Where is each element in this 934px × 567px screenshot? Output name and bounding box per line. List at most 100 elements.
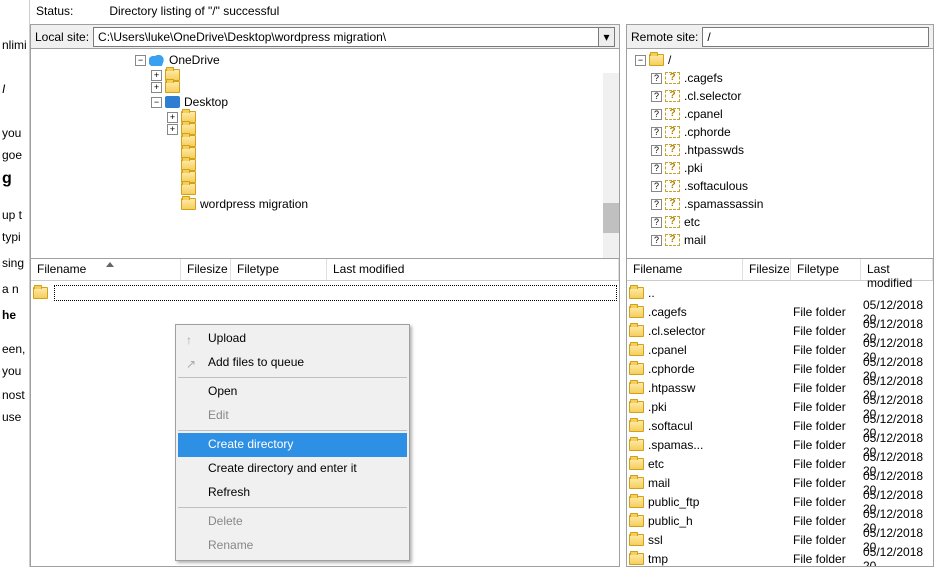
- ctx-delete[interactable]: Delete: [178, 510, 407, 534]
- collapse-icon[interactable]: −: [635, 55, 646, 66]
- folder-icon: [629, 420, 644, 432]
- remote-list-body[interactable]: ...cagefsFile folder05/12/2018 20.cl.sel…: [627, 281, 933, 566]
- folder-icon: [629, 382, 644, 394]
- expand-icon[interactable]: +: [167, 112, 178, 123]
- expand-icon[interactable]: ?: [651, 91, 662, 102]
- tree-item[interactable]: ?.cpanel: [651, 105, 929, 123]
- local-path-input[interactable]: [93, 27, 599, 47]
- unknown-folder-icon: [665, 126, 680, 138]
- tree-item[interactable]: [167, 135, 615, 147]
- ctx-create-directory-enter[interactable]: Create directory and enter it: [178, 457, 407, 481]
- context-menu: ↑Upload ↗Add files to queue Open Edit Cr…: [175, 324, 410, 561]
- folder-icon: [629, 477, 644, 489]
- remote-site-label: Remote site:: [631, 30, 698, 44]
- expand-icon[interactable]: ?: [651, 127, 662, 138]
- unknown-folder-icon: [665, 198, 680, 210]
- col-filesize[interactable]: Filesize: [181, 259, 231, 280]
- unknown-folder-icon: [665, 144, 680, 156]
- remote-tree[interactable]: − / ?.cagefs?.cl.selector?.cpanel?.cphor…: [627, 49, 933, 259]
- status-bar: Status: Directory listing of "/" success…: [30, 0, 934, 24]
- col-filesize[interactable]: Filesize: [743, 259, 791, 280]
- tree-item-onedrive[interactable]: − OneDrive: [135, 51, 615, 69]
- folder-icon: [629, 344, 644, 356]
- filezilla-window: Status: Directory listing of "/" success…: [30, 0, 934, 567]
- background-article-text: nlimi I you goe g up t typi sing a n he …: [0, 0, 30, 567]
- status-label: Status:: [36, 4, 106, 18]
- unknown-folder-icon: [665, 180, 680, 192]
- tree-item[interactable]: [167, 183, 615, 195]
- col-filetype[interactable]: Filetype: [791, 259, 861, 280]
- ctx-upload[interactable]: ↑Upload: [178, 327, 407, 351]
- collapse-icon[interactable]: −: [135, 55, 146, 66]
- list-item[interactable]: tmpFile folder05/12/2018 20: [629, 549, 931, 566]
- expand-icon[interactable]: ?: [651, 181, 662, 192]
- tree-item[interactable]: ?.pki: [651, 159, 929, 177]
- tree-item[interactable]: [167, 159, 615, 171]
- rename-input[interactable]: [54, 285, 617, 301]
- col-filetype[interactable]: Filetype: [231, 259, 327, 280]
- folder-icon: [629, 515, 644, 527]
- tree-item[interactable]: ?.cl.selector: [651, 87, 929, 105]
- folder-icon: [629, 287, 644, 299]
- local-tree[interactable]: − OneDrive + + − Desktop +: [31, 49, 619, 259]
- tree-item[interactable]: [167, 171, 615, 183]
- tree-item[interactable]: +: [167, 111, 615, 123]
- remote-path-input[interactable]: [702, 27, 929, 47]
- local-site-label: Local site:: [35, 30, 89, 44]
- tree-item[interactable]: ?.spamassassin: [651, 195, 929, 213]
- folder-icon: [165, 81, 180, 93]
- list-item-parent[interactable]: [33, 283, 617, 302]
- folder-icon: [629, 306, 644, 318]
- tree-item[interactable]: ?mail: [651, 231, 929, 249]
- ctx-refresh[interactable]: Refresh: [178, 481, 407, 505]
- tree-item[interactable]: +: [167, 123, 615, 135]
- expand-icon[interactable]: ?: [651, 235, 662, 246]
- col-modified[interactable]: Last modified: [861, 259, 933, 280]
- col-modified[interactable]: Last modified: [327, 259, 619, 280]
- ctx-edit[interactable]: Edit: [178, 404, 407, 428]
- folder-icon: [629, 458, 644, 470]
- col-filename[interactable]: Filename: [31, 259, 181, 280]
- expand-icon[interactable]: ?: [651, 163, 662, 174]
- scrollbar[interactable]: [603, 73, 619, 259]
- local-path-dropdown[interactable]: ▾: [599, 27, 615, 47]
- tree-item[interactable]: +: [151, 81, 615, 93]
- tree-item[interactable]: [167, 147, 615, 159]
- tree-item[interactable]: +: [151, 69, 615, 81]
- folder-icon: [629, 325, 644, 337]
- expand-icon[interactable]: +: [151, 82, 162, 93]
- expand-icon[interactable]: ?: [651, 73, 662, 84]
- col-filename[interactable]: Filename: [627, 259, 743, 280]
- collapse-icon[interactable]: −: [151, 97, 162, 108]
- unknown-folder-icon: [665, 108, 680, 120]
- tree-item[interactable]: ?.htpasswds: [651, 141, 929, 159]
- unknown-folder-icon: [665, 162, 680, 174]
- ctx-open[interactable]: Open: [178, 380, 407, 404]
- upload-arrow-icon: ↑: [186, 333, 192, 347]
- tree-item-wpm[interactable]: wordpress migration: [167, 195, 615, 213]
- tree-item-desktop[interactable]: − Desktop: [151, 93, 615, 111]
- ctx-add-to-queue[interactable]: ↗Add files to queue: [178, 351, 407, 375]
- tree-item-root[interactable]: − /: [635, 51, 929, 69]
- tree-item[interactable]: ?.cphorde: [651, 123, 929, 141]
- ctx-create-directory[interactable]: Create directory: [178, 433, 407, 457]
- tree-item[interactable]: ?.cagefs: [651, 69, 929, 87]
- desktop-icon: [165, 96, 180, 108]
- unknown-folder-icon: [665, 90, 680, 102]
- queue-arrow-icon: ↗: [186, 357, 196, 371]
- local-list-header[interactable]: Filename Filesize Filetype Last modified: [31, 259, 619, 281]
- expand-icon[interactable]: +: [167, 124, 178, 135]
- expand-icon[interactable]: ?: [651, 199, 662, 210]
- folder-icon: [629, 534, 644, 546]
- folder-icon: [629, 401, 644, 413]
- expand-icon[interactable]: ?: [651, 145, 662, 156]
- remote-list-header[interactable]: Filename Filesize Filetype Last modified: [627, 259, 933, 281]
- expand-icon[interactable]: ?: [651, 109, 662, 120]
- tree-item[interactable]: ?etc: [651, 213, 929, 231]
- expand-icon[interactable]: +: [151, 70, 162, 81]
- folder-icon: [629, 363, 644, 375]
- folder-icon: [629, 496, 644, 508]
- ctx-rename[interactable]: Rename: [178, 534, 407, 558]
- expand-icon[interactable]: ?: [651, 217, 662, 228]
- tree-item[interactable]: ?.softaculous: [651, 177, 929, 195]
